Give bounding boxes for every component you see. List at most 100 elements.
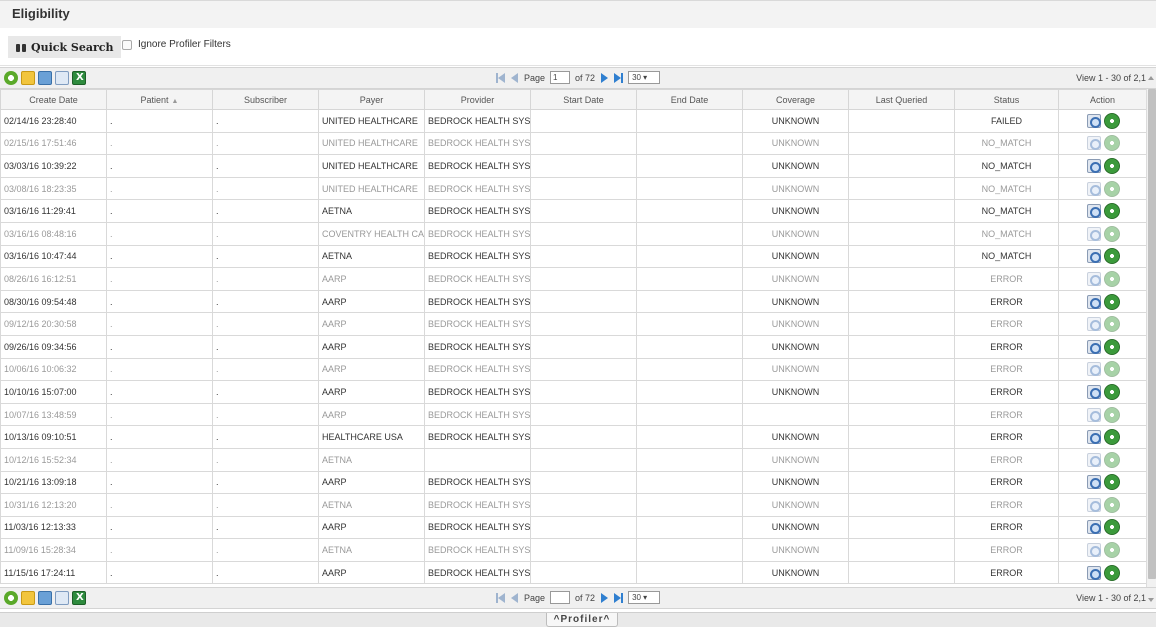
- rerun-icon[interactable]: [1103, 203, 1120, 220]
- notes-icon[interactable]: [21, 591, 35, 605]
- table-row[interactable]: 10/12/16 15:52:34.. AETNA UNKNOWN ERROR: [0, 447, 1146, 472]
- table-row[interactable]: 10/07/16 13:48:59.. AARP BEDROCK HEALTH SY…: [0, 402, 1146, 427]
- view-details-icon[interactable]: [1086, 497, 1102, 513]
- first-page-icon[interactable]: [496, 592, 505, 604]
- view-details-icon[interactable]: [1086, 135, 1102, 151]
- rerun-icon[interactable]: [1103, 451, 1120, 468]
- rerun-icon[interactable]: [1103, 474, 1120, 491]
- view-details-icon[interactable]: [1086, 271, 1102, 287]
- col-header-provider[interactable]: Provider: [424, 89, 531, 110]
- scroll-up-arrow-icon[interactable]: [1148, 76, 1154, 80]
- rerun-icon[interactable]: [1103, 429, 1120, 446]
- table-row[interactable]: 09/26/16 09:34:56.. AARP BEDROCK HEALTH SY…: [0, 334, 1146, 359]
- view-details-icon[interactable]: [1086, 542, 1102, 558]
- copy-icon[interactable]: [38, 591, 52, 605]
- prev-page-icon[interactable]: [510, 72, 519, 84]
- rerun-icon[interactable]: [1103, 112, 1120, 129]
- view-details-icon[interactable]: [1086, 519, 1102, 535]
- first-page-icon[interactable]: [496, 72, 505, 84]
- quick-search-button[interactable]: Quick Search: [8, 36, 122, 58]
- table-row[interactable]: 11/15/16 17:24:11.. AARP BEDROCK HEALTH SY…: [0, 560, 1146, 585]
- table-row[interactable]: 03/16/16 10:47:44.. AETNA BEDROCK HEALTH S…: [0, 244, 1146, 269]
- notes-icon[interactable]: [21, 71, 35, 85]
- view-details-icon[interactable]: [1086, 361, 1102, 377]
- col-header-create-date[interactable]: Create Date: [0, 89, 107, 110]
- rerun-icon[interactable]: [1103, 157, 1120, 174]
- col-header-start-date[interactable]: Start Date: [530, 89, 637, 110]
- rerun-icon[interactable]: [1103, 293, 1120, 310]
- table-row[interactable]: 09/12/16 20:30:58.. AARP BEDROCK HEALTH SY…: [0, 312, 1146, 336]
- col-header-patient[interactable]: Patient ▲: [106, 89, 213, 110]
- table-row[interactable]: 03/08/16 18:23:35.. UNITED HEALTHCARE BEDR…: [0, 176, 1146, 201]
- table-row[interactable]: 10/13/16 09:10:51.. HEALTHCARE USA BEDROCK…: [0, 425, 1146, 449]
- scroll-down-arrow-icon[interactable]: [1148, 598, 1154, 602]
- rerun-icon[interactable]: [1103, 383, 1120, 400]
- table-row[interactable]: 10/31/16 12:13:20.. AETNA BEDROCK HEALTH S…: [0, 493, 1146, 517]
- table-row[interactable]: 11/09/16 15:28:34.. AETNA BEDROCK HEALTH S…: [0, 538, 1146, 562]
- profiler-toggle-tab[interactable]: ^Profiler^: [546, 613, 618, 627]
- table-row[interactable]: 11/03/16 12:13:33.. AARP BEDROCK HEALTH SY…: [0, 515, 1146, 540]
- col-header-coverage[interactable]: Coverage: [742, 89, 849, 110]
- page-size-select[interactable]: 30 ▾: [628, 591, 661, 604]
- page-icon[interactable]: [55, 591, 69, 605]
- rerun-icon[interactable]: [1103, 542, 1120, 559]
- view-details-icon[interactable]: [1086, 316, 1102, 332]
- rerun-icon[interactable]: [1103, 406, 1120, 423]
- page-number-input[interactable]: [550, 591, 571, 604]
- excel-export-icon[interactable]: [72, 71, 86, 85]
- view-details-icon[interactable]: [1086, 384, 1102, 400]
- ignore-profiler-checkbox[interactable]: [122, 39, 132, 50]
- last-page-icon[interactable]: [614, 72, 624, 84]
- col-header-end-date[interactable]: End Date: [636, 89, 743, 110]
- table-row[interactable]: 10/21/16 13:09:18.. AARP BEDROCK HEALTH SY…: [0, 470, 1146, 495]
- view-details-icon[interactable]: [1086, 226, 1102, 242]
- copy-icon[interactable]: [38, 71, 52, 85]
- ignore-profiler-filters-toggle[interactable]: Ignore Profiler Filters: [122, 39, 231, 50]
- scrollbar-thumb[interactable]: [1148, 89, 1156, 579]
- last-page-icon[interactable]: [614, 592, 624, 604]
- view-details-icon[interactable]: [1086, 474, 1102, 490]
- page-number-input[interactable]: 1: [550, 71, 571, 84]
- rerun-icon[interactable]: [1103, 496, 1120, 513]
- next-page-icon[interactable]: [600, 72, 609, 84]
- rerun-icon[interactable]: [1103, 225, 1120, 242]
- col-header-last-queried[interactable]: Last Queried: [848, 89, 955, 110]
- view-details-icon[interactable]: [1086, 203, 1102, 219]
- view-details-icon[interactable]: [1086, 181, 1102, 197]
- excel-export-icon[interactable]: [72, 591, 86, 605]
- view-details-icon[interactable]: [1086, 407, 1102, 423]
- prev-page-icon[interactable]: [510, 592, 519, 604]
- table-row[interactable]: 10/06/16 10:06:32.. AARP BEDROCK HEALTH SY…: [0, 357, 1146, 382]
- rerun-icon[interactable]: [1103, 564, 1120, 581]
- refresh-icon[interactable]: [4, 591, 18, 605]
- refresh-icon[interactable]: [4, 71, 18, 85]
- view-details-icon[interactable]: [1086, 248, 1102, 264]
- view-details-icon[interactable]: [1086, 429, 1102, 445]
- table-row[interactable]: 03/16/16 08:48:16.. COVENTRY HEALTH CA BED…: [0, 221, 1146, 246]
- table-row[interactable]: 10/10/16 15:07:00.. AARP BEDROCK HEALTH SY…: [0, 380, 1146, 404]
- view-details-icon[interactable]: [1086, 339, 1102, 355]
- vertical-scrollbar[interactable]: [1146, 89, 1156, 587]
- view-details-icon[interactable]: [1086, 452, 1102, 468]
- col-header-status[interactable]: Status: [954, 89, 1059, 110]
- page-size-select[interactable]: 30 ▾: [628, 71, 661, 84]
- col-header-payer[interactable]: Payer: [318, 89, 425, 110]
- table-row[interactable]: 08/30/16 09:54:48.. AARP BEDROCK HEALTH SY…: [0, 289, 1146, 314]
- page-icon[interactable]: [55, 71, 69, 85]
- view-details-icon[interactable]: [1086, 113, 1102, 129]
- table-row[interactable]: 08/26/16 16:12:51.. AARP BEDROCK HEALTH SY…: [0, 267, 1146, 291]
- rerun-icon[interactable]: [1103, 135, 1120, 152]
- rerun-icon[interactable]: [1103, 519, 1120, 536]
- table-row[interactable]: 02/14/16 23:28:40.. UNITED HEALTHCARE BEDR…: [0, 109, 1146, 133]
- next-page-icon[interactable]: [600, 592, 609, 604]
- view-details-icon[interactable]: [1086, 565, 1102, 581]
- table-row[interactable]: 03/03/16 10:39:22.. UNITED HEALTHCARE BEDR…: [0, 154, 1146, 178]
- rerun-icon[interactable]: [1103, 180, 1120, 197]
- table-row[interactable]: 02/15/16 17:51:46.. UNITED HEALTHCARE BEDR…: [0, 131, 1146, 156]
- rerun-icon[interactable]: [1103, 338, 1120, 355]
- rerun-icon[interactable]: [1103, 361, 1120, 378]
- view-details-icon[interactable]: [1086, 294, 1102, 310]
- view-details-icon[interactable]: [1086, 158, 1102, 174]
- rerun-icon[interactable]: [1103, 248, 1120, 265]
- col-header-subscriber[interactable]: Subscriber: [212, 89, 319, 110]
